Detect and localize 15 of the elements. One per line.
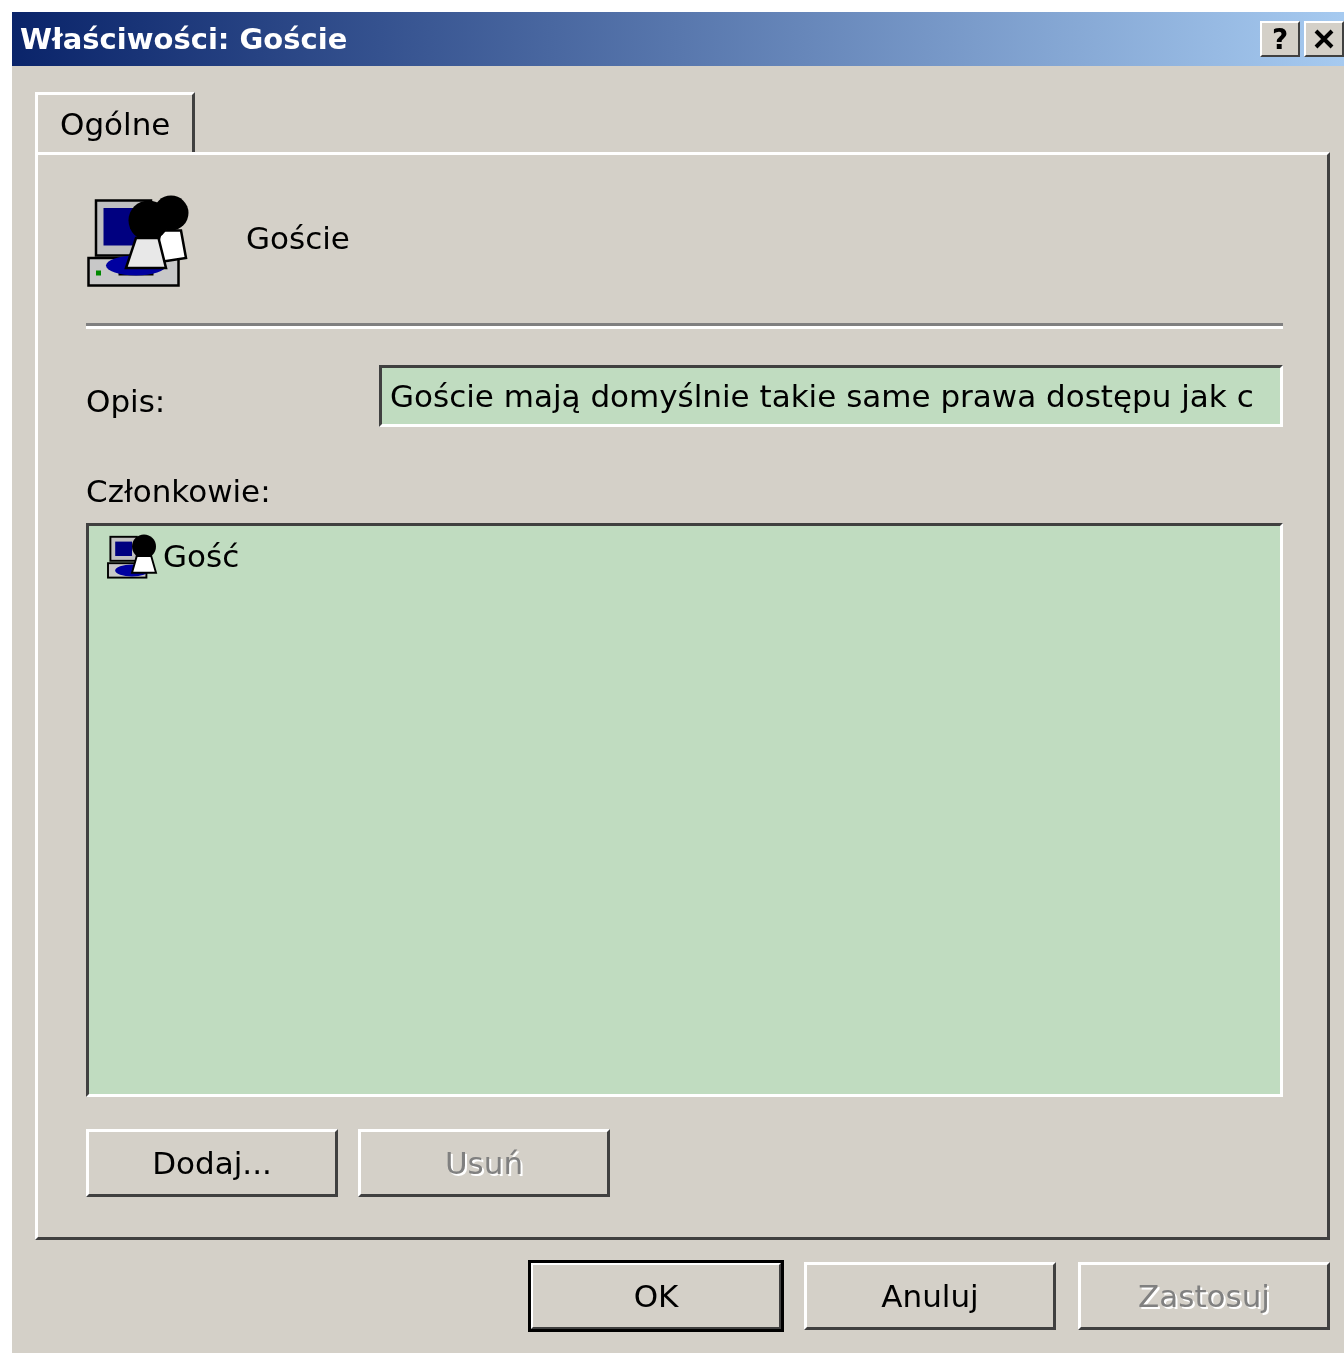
dialog-button[interactable]: Dodaj... [86,1129,338,1197]
close-icon [1313,28,1335,50]
user-computer-icon [105,532,159,580]
group-name: Goście [246,220,350,256]
description-field[interactable]: Goście mają domyślnie takie same prawa dostępu jak c [379,365,1283,427]
tab[interactable]: Ogólne [35,92,196,152]
members-list[interactable]: Gość [86,523,1283,1097]
close-button[interactable] [1304,21,1344,57]
dialog-button[interactable]: Anuluj [804,1262,1056,1330]
members-label: Członkowie: [86,472,272,509]
help-button[interactable]: ? [1260,21,1300,57]
member-item[interactable]: Gość [105,532,244,580]
description-label: Opis: [86,382,166,419]
window-title: Właściwości: Goście [20,22,348,56]
dialog-button[interactable]: OK [530,1262,782,1330]
